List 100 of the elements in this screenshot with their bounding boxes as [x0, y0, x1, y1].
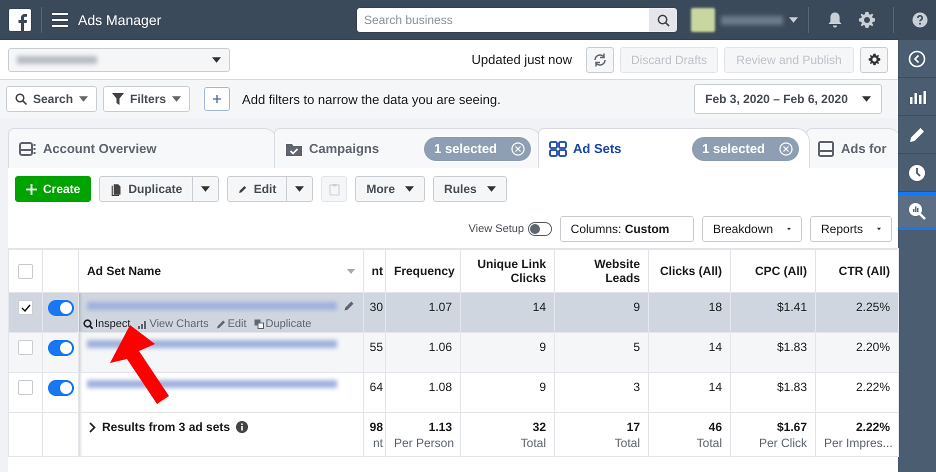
search-icon [656, 14, 670, 26]
checkbox[interactable] [18, 380, 33, 395]
clipboard-icon [328, 182, 340, 196]
column-header: Frequency [394, 264, 455, 278]
column-header: CTR (All) [838, 264, 890, 278]
help-icon[interactable] [911, 11, 929, 29]
back-icon [908, 50, 926, 68]
table-cell: 9 [633, 300, 640, 314]
dropdown-button[interactable] [287, 176, 314, 202]
panel-icon [19, 140, 37, 156]
caret-icon [405, 186, 414, 192]
sidebar-button[interactable] [898, 192, 936, 230]
table-cell: 1.08 [428, 380, 452, 394]
settings-icon[interactable] [858, 11, 876, 29]
facebook-logo [9, 9, 31, 31]
toggle-switch[interactable] [48, 340, 74, 356]
caret-icon [201, 186, 210, 192]
table-cell: 3 [633, 380, 640, 394]
table-cell: 9 [539, 380, 546, 394]
total-value: 98 [368, 420, 383, 434]
table-cell: 2.20% [856, 340, 890, 354]
total-caption: Total [696, 436, 722, 450]
clear-icon[interactable] [779, 142, 793, 156]
tab[interactable]: Ad Sets 1 selected [538, 128, 810, 168]
view-setup-label: View Setup [468, 223, 524, 235]
bell-icon[interactable] [826, 11, 844, 29]
info-icon[interactable] [236, 421, 248, 433]
documents-icon [110, 182, 122, 196]
column-header: Unique Link Clicks [477, 257, 546, 285]
total-caption: Total [520, 436, 546, 450]
plus-icon [213, 93, 222, 105]
settings-icon [868, 53, 880, 66]
tab-label: Ads for [841, 141, 886, 156]
table-cell: 5 [633, 340, 640, 354]
chevron-icon[interactable] [89, 422, 96, 432]
row-action-link[interactable]: Inspect [83, 318, 130, 330]
total-value: 46 [708, 420, 722, 434]
row-action-link[interactable]: View Charts [137, 318, 209, 330]
table-cell: 1.06 [428, 340, 452, 354]
row-action-link[interactable]: Duplicate [254, 318, 312, 330]
toggle-switch[interactable] [48, 380, 74, 396]
checkbox[interactable] [18, 340, 33, 355]
badge-label: 1 selected [434, 141, 497, 156]
edit-button[interactable]: Edit [227, 176, 288, 202]
table-cell: 2.22% [856, 380, 890, 394]
total-value: 1.13 [428, 420, 452, 434]
column-header: Ad Set Name [87, 264, 162, 278]
update-status: Updated just now [472, 52, 572, 67]
view-setup-toggle[interactable] [528, 222, 552, 236]
results-summary: Results from 3 ad sets [102, 420, 230, 434]
menu-icon[interactable] [52, 13, 68, 27]
clear-icon[interactable] [511, 142, 525, 156]
caret-icon [877, 226, 881, 232]
column-header: Clicks (All) [660, 264, 722, 278]
menu-button[interactable]: More [355, 176, 426, 202]
filters-button[interactable]: Filters [103, 86, 190, 112]
caret-icon [295, 186, 304, 192]
caret-icon [787, 226, 791, 232]
caret-icon [789, 17, 798, 23]
columns-dropdown[interactable]: Columns: Custom [560, 216, 694, 242]
caret-icon [172, 96, 182, 102]
breakdown-dropdown[interactable]: Breakdown [702, 216, 802, 242]
copy-icon [254, 319, 264, 329]
clock-icon [908, 164, 926, 182]
checkbox[interactable] [18, 300, 33, 315]
bar-chart-icon [137, 319, 148, 329]
caret-icon [212, 56, 221, 62]
date-range-dropdown[interactable]: Feb 3, 2020 – Feb 6, 2020 [694, 84, 882, 114]
dropdown-button[interactable] [193, 176, 220, 202]
add-filter-button[interactable] [204, 87, 230, 111]
column-header: nt [372, 264, 383, 278]
checkbox[interactable] [18, 264, 33, 278]
column-header: Website Leads [594, 257, 640, 285]
settings-button[interactable] [860, 46, 888, 72]
magnifier-chart-icon [908, 202, 926, 220]
table-cell: 18 [708, 300, 722, 314]
reports-dropdown[interactable]: Reports [810, 216, 892, 242]
search-field[interactable]: Search business [357, 8, 649, 32]
refresh-button[interactable] [586, 46, 614, 72]
row-action-link[interactable]: Edit [216, 318, 247, 330]
duplicate-button[interactable]: Duplicate [99, 176, 194, 202]
grid-icon [549, 140, 567, 156]
search-button[interactable]: Search [6, 86, 98, 112]
search-icon [15, 93, 27, 105]
refresh-icon [592, 52, 608, 68]
pencil-icon[interactable] [344, 300, 355, 311]
table-cell: 55 [370, 340, 383, 354]
plus-icon [26, 184, 37, 194]
pencil-icon [908, 126, 926, 144]
toggle-switch[interactable] [48, 300, 74, 316]
filter-hint: Add filters to narrow the data you are seeing. [242, 92, 501, 106]
search-button[interactable] [649, 8, 677, 32]
table-cell: $1.41 [776, 300, 807, 314]
table-cell: 2.25% [856, 300, 890, 314]
total-caption: Per Click [758, 436, 807, 450]
caret-icon [486, 186, 496, 192]
blurred-text [721, 16, 783, 24]
table-cell: 64 [370, 380, 383, 394]
total-caption: nt [372, 436, 383, 450]
menu-button[interactable]: Rules [433, 176, 507, 202]
